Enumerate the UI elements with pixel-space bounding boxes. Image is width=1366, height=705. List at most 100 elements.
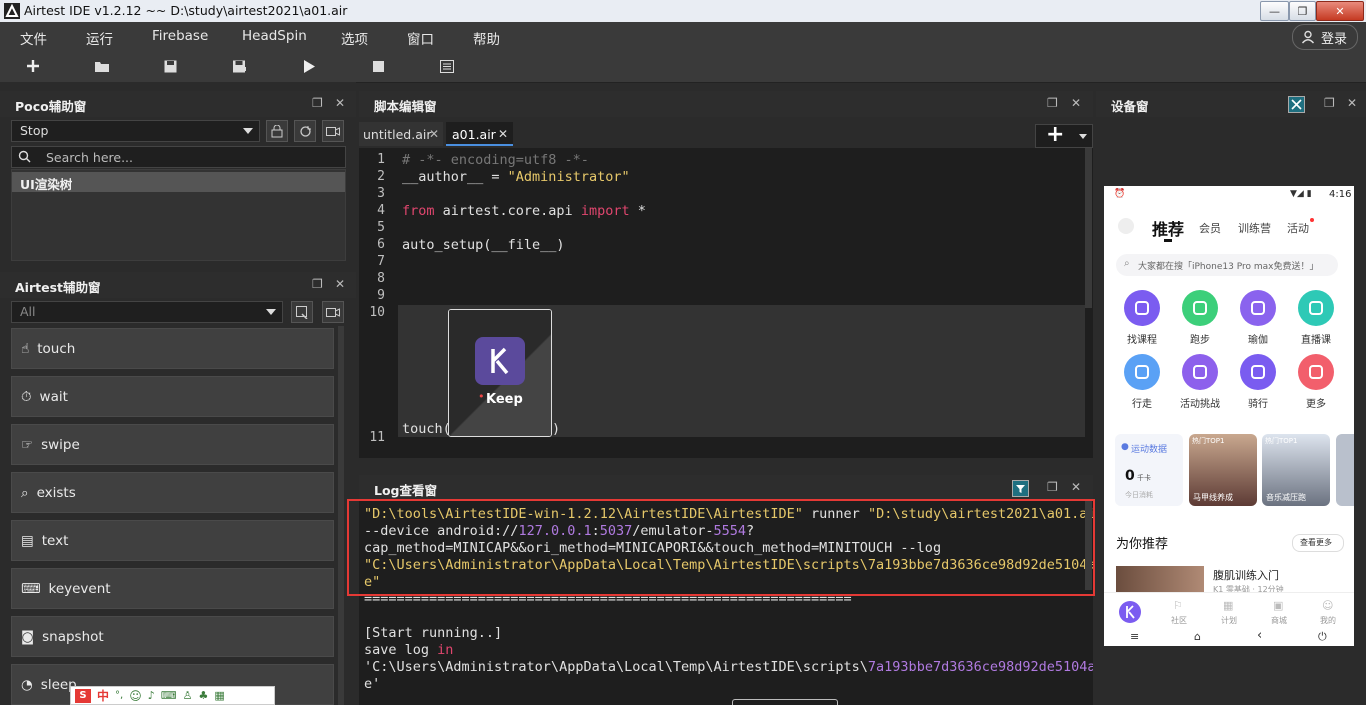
filter-icon[interactable] bbox=[1012, 480, 1029, 497]
tab-untitled[interactable]: untitled.air ✕ bbox=[359, 122, 443, 146]
image-template-thumbnail[interactable]: • Keep bbox=[448, 309, 552, 437]
menu-run[interactable]: 运行 bbox=[86, 28, 113, 48]
app-shortcut-icon[interactable] bbox=[1298, 290, 1334, 326]
app-shortcut-icon[interactable] bbox=[1182, 354, 1218, 390]
save-icon[interactable] bbox=[161, 57, 179, 75]
see-more-button[interactable]: 查看更多 bbox=[1292, 534, 1344, 552]
close-icon[interactable]: ✕ bbox=[1347, 96, 1357, 110]
menu-headspin[interactable]: HeadSpin bbox=[242, 28, 307, 44]
touch-button[interactable]: ☝ touch bbox=[11, 328, 334, 369]
device-screen[interactable]: ⏰ ▼◢ ▮ 4:16 推荐 会员 训练营 活动 ⌕ 大家都在搜「iPhone1… bbox=[1104, 186, 1354, 646]
nav-community[interactable]: 社区 bbox=[1171, 615, 1187, 626]
search-input[interactable]: Search here... bbox=[46, 150, 133, 165]
keyboard-icon[interactable]: ⌨ bbox=[161, 689, 177, 702]
nav-mine[interactable]: 我的 bbox=[1320, 615, 1336, 626]
snapshot-button[interactable]: ◙ snapshot bbox=[11, 616, 334, 657]
scrollbar[interactable] bbox=[338, 326, 344, 705]
tab-a01[interactable]: a01.air ✕ bbox=[446, 122, 513, 146]
minimize-button[interactable]: — bbox=[1260, 1, 1289, 21]
tree-item[interactable]: UI渲染树 bbox=[12, 172, 345, 192]
ime-mode[interactable]: 中 bbox=[97, 687, 109, 704]
course-card[interactable]: 热门TOP1 马甲线养成 bbox=[1189, 434, 1257, 506]
wait-button[interactable]: ⏱ wait bbox=[11, 376, 334, 417]
app-shortcut-icon[interactable] bbox=[1240, 354, 1276, 390]
user-icon[interactable]: ♙ bbox=[183, 689, 193, 702]
app-shortcut-icon[interactable] bbox=[1240, 290, 1276, 326]
app-shortcut-icon[interactable] bbox=[1182, 290, 1218, 326]
float-icon[interactable]: ❐ bbox=[312, 277, 323, 291]
close-button[interactable]: ✕ bbox=[1316, 1, 1364, 21]
stop-icon[interactable] bbox=[369, 57, 387, 75]
menu-window[interactable]: 窗口 bbox=[407, 28, 434, 48]
folder-open-icon[interactable] bbox=[93, 57, 111, 75]
plus-icon[interactable] bbox=[24, 57, 42, 75]
app-shortcut-label[interactable]: 更多 bbox=[1286, 395, 1346, 410]
close-icon[interactable]: ✕ bbox=[1071, 96, 1081, 110]
float-icon[interactable]: ❐ bbox=[1047, 96, 1058, 110]
app-shortcut-icon[interactable] bbox=[1124, 290, 1160, 326]
record-icon[interactable] bbox=[322, 301, 344, 323]
tab-recommend[interactable]: 推荐 bbox=[1152, 216, 1184, 240]
app-shortcut-label[interactable]: 活动挑战 bbox=[1170, 395, 1230, 410]
lock-icon[interactable] bbox=[266, 120, 288, 142]
ime-toolbar[interactable]: S 中 °, ☺ ♪ ⌨ ♙ ♣ ▦ bbox=[70, 686, 275, 705]
app-shortcut-label[interactable]: 找课程 bbox=[1112, 331, 1172, 346]
emoji-icon[interactable]: ☺ bbox=[129, 689, 142, 703]
close-icon[interactable]: ✕ bbox=[335, 96, 345, 110]
refresh-icon[interactable] bbox=[294, 120, 316, 142]
poco-mode-select[interactable]: Stop bbox=[11, 120, 260, 142]
nav-shop[interactable]: 商城 bbox=[1271, 615, 1287, 626]
swipe-button[interactable]: ☞ swipe bbox=[11, 424, 334, 465]
toolbox-icon[interactable]: ▦ bbox=[214, 689, 224, 702]
app-shortcut-label[interactable]: 直播课 bbox=[1286, 331, 1346, 346]
poco-search-field[interactable]: Search here... bbox=[11, 146, 346, 168]
image-edit-icon[interactable] bbox=[291, 301, 313, 323]
tools-icon[interactable] bbox=[1288, 96, 1305, 113]
app-search-bar[interactable]: ⌕ 大家都在搜「iPhone13 Pro max免费送！」 bbox=[1116, 254, 1338, 276]
close-icon[interactable]: ✕ bbox=[335, 277, 345, 291]
list-icon[interactable] bbox=[438, 57, 456, 75]
airtest-filter-select[interactable]: All bbox=[11, 301, 283, 323]
keyevent-button[interactable]: ⌨ keyevent bbox=[11, 568, 334, 609]
menu-firebase[interactable]: Firebase bbox=[152, 28, 208, 44]
save-all-icon[interactable] bbox=[230, 57, 248, 75]
power-icon[interactable]: ⏻ bbox=[1318, 630, 1327, 644]
play-icon[interactable] bbox=[300, 57, 318, 75]
app-shortcut-label[interactable]: 骑行 bbox=[1228, 395, 1288, 410]
float-icon[interactable]: ❐ bbox=[1047, 480, 1058, 494]
editor-scrollbar[interactable] bbox=[1085, 148, 1092, 308]
float-icon[interactable]: ❐ bbox=[312, 96, 323, 110]
close-icon[interactable]: ✕ bbox=[1071, 480, 1081, 494]
sport-data-card[interactable]: ● 运动数据 0 千卡 今日消耗 bbox=[1115, 434, 1183, 506]
course-card[interactable]: 热门TOP1 音乐减压跑 bbox=[1262, 434, 1330, 506]
home-icon[interactable]: ⌂ bbox=[1194, 630, 1201, 643]
punctuation-icon[interactable]: °, bbox=[115, 690, 123, 701]
avatar[interactable] bbox=[1118, 218, 1134, 234]
menu-options[interactable]: 选项 bbox=[341, 28, 368, 48]
app-shortcut-icon[interactable] bbox=[1298, 354, 1334, 390]
tab-vip[interactable]: 会员 bbox=[1199, 220, 1221, 236]
keep-home-icon[interactable] bbox=[1119, 601, 1141, 623]
menu-file[interactable]: 文件 bbox=[20, 28, 47, 48]
app-shortcut-label[interactable]: 行走 bbox=[1112, 395, 1172, 410]
record-icon[interactable] bbox=[322, 120, 344, 142]
back-icon[interactable]: ‹ bbox=[1257, 628, 1262, 643]
nav-plan[interactable]: 计划 bbox=[1221, 615, 1237, 626]
login-button[interactable]: 登录 bbox=[1291, 24, 1358, 50]
menu-help[interactable]: 帮助 bbox=[473, 28, 500, 48]
add-tab-button[interactable]: + bbox=[1035, 122, 1093, 148]
text-button[interactable]: ▤ text bbox=[11, 520, 334, 561]
app-shortcut-label[interactable]: 跑步 bbox=[1170, 331, 1230, 346]
close-icon[interactable]: ✕ bbox=[498, 127, 508, 141]
close-icon[interactable]: ✕ bbox=[429, 127, 439, 141]
exists-button[interactable]: ⌕ exists bbox=[11, 472, 334, 513]
app-shortcut-label[interactable]: 瑜伽 bbox=[1228, 331, 1288, 346]
maximize-button[interactable]: ❐ bbox=[1289, 1, 1316, 21]
float-icon[interactable]: ❐ bbox=[1324, 96, 1335, 110]
tab-camp[interactable]: 训练营 bbox=[1238, 220, 1271, 236]
app-shortcut-icon[interactable] bbox=[1124, 354, 1160, 390]
skin-icon[interactable]: ♣ bbox=[199, 689, 209, 702]
mic-icon[interactable]: ♪ bbox=[148, 689, 155, 702]
code-editor[interactable]: 1 # -*- encoding=utf8 -*- 2 __author__ = "A… bbox=[359, 148, 1093, 458]
menu-icon[interactable]: ≡ bbox=[1130, 630, 1139, 643]
